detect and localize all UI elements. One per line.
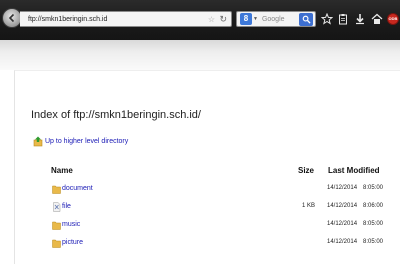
address-text[interactable]: ftp://smkn1beringin.sch.id: [28, 16, 107, 23]
folder-icon: [52, 239, 61, 248]
file-date: 14/12/2014: [327, 239, 358, 245]
page-background: [0, 40, 400, 70]
column-header-size[interactable]: Size: [298, 166, 314, 175]
file-time: 8:05:00: [363, 221, 384, 227]
bookmark-icon[interactable]: [320, 12, 333, 26]
up-directory-link[interactable]: Up to higher level directory: [33, 136, 128, 147]
table-row[interactable]: file 1 KB 14/12/2014 8:06:00: [0, 201, 400, 215]
table-row[interactable]: picture 14/12/2014 8:05:00: [0, 237, 400, 251]
file-date: 14/12/2014: [327, 203, 358, 209]
back-button[interactable]: [2, 8, 22, 28]
address-bar[interactable]: ftp://smkn1beringin.sch.id ☆ ↻: [20, 11, 232, 27]
search-input[interactable]: Google: [262, 16, 285, 23]
reload-icon[interactable]: ↻: [219, 14, 227, 24]
browser-toolbar: ftp://smkn1beringin.sch.id ☆ ↻ 8 ▼ Googl…: [0, 0, 400, 40]
search-icon: [302, 15, 311, 24]
folder-icon: [52, 185, 61, 194]
file-date: 14/12/2014: [327, 185, 358, 191]
column-header-modified[interactable]: Last Modified: [328, 166, 380, 175]
back-arrow-icon: [8, 13, 15, 23]
file-icon: [53, 202, 61, 212]
file-size: 1 KB: [301, 203, 315, 209]
home-icon[interactable]: [370, 12, 383, 26]
file-name-link[interactable]: document: [62, 185, 93, 192]
file-time: 8:06:00: [363, 203, 384, 209]
table-row[interactable]: music 14/12/2014 8:05:00: [0, 219, 400, 233]
addon-icon[interactable]: ODB: [387, 13, 399, 25]
bookmark-star-icon[interactable]: ☆: [208, 15, 215, 24]
folder-icon: [52, 221, 61, 230]
page-title: Index of ftp://smkn1beringin.sch.id/: [31, 109, 201, 121]
download-icon[interactable]: [353, 12, 366, 26]
file-date: 14/12/2014: [327, 221, 358, 227]
search-bar[interactable]: 8 ▼ Google: [236, 11, 316, 27]
table-row[interactable]: document 14/12/2014 8:05:00: [0, 183, 400, 197]
search-engine-dropdown-icon[interactable]: ▼: [253, 16, 258, 22]
search-button[interactable]: [299, 13, 313, 26]
file-time: 8:05:00: [363, 185, 384, 191]
clipboard-icon[interactable]: [336, 12, 349, 26]
file-name-link[interactable]: picture: [62, 239, 83, 246]
file-name-link[interactable]: music: [62, 221, 80, 228]
search-engine-icon[interactable]: 8: [240, 13, 252, 25]
up-folder-icon: [33, 136, 43, 147]
up-directory-label[interactable]: Up to higher level directory: [45, 138, 128, 145]
file-name-link[interactable]: file: [62, 203, 71, 210]
column-header-name[interactable]: Name: [51, 166, 73, 175]
file-time: 8:05:00: [363, 239, 384, 245]
